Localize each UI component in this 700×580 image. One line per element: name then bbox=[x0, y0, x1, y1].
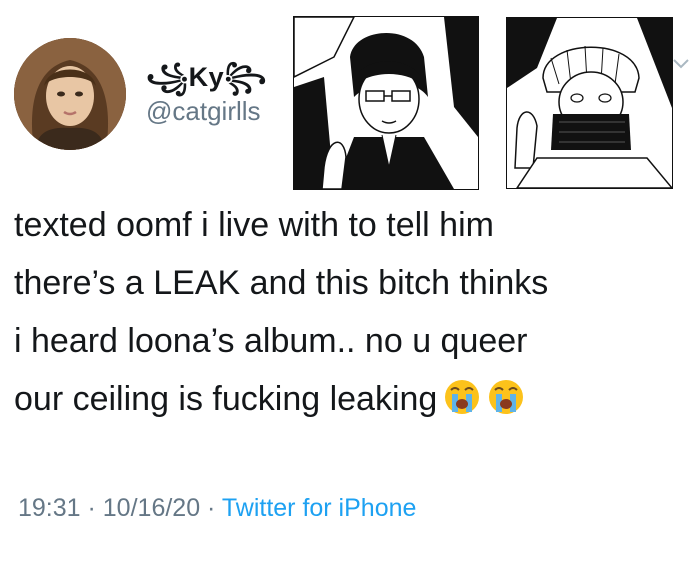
manga-panel-image bbox=[506, 17, 673, 189]
tweet-time[interactable]: 19:31 bbox=[18, 494, 81, 522]
tweet-source-link[interactable]: Twitter for iPhone bbox=[222, 494, 417, 522]
tweet-line: i heard loona’s album.. no u queer bbox=[14, 322, 528, 360]
tweet-date[interactable]: 10/16/20 bbox=[103, 494, 200, 522]
tweet-line-text: our ceiling is fucking leaking bbox=[14, 380, 438, 418]
user-handle[interactable]: @catgirlls bbox=[146, 96, 261, 127]
loudly-crying-face-icon bbox=[443, 376, 481, 414]
separator: · bbox=[80, 494, 103, 522]
chevron-down-icon[interactable] bbox=[670, 52, 692, 74]
avatar[interactable] bbox=[14, 38, 126, 150]
manga-panel-image bbox=[293, 16, 479, 190]
tweet-line-last: our ceiling is fucking leaking bbox=[14, 370, 686, 428]
tweet-metadata: 19:31 · 10/16/20 · Twitter for iPhone bbox=[18, 494, 416, 523]
tweet-line: there’s a LEAK and this bitch thinks bbox=[14, 264, 549, 302]
separator: · bbox=[200, 494, 222, 522]
tweet-text: texted oomf i live with to tell him ther… bbox=[14, 196, 686, 428]
loudly-crying-face-icon bbox=[487, 376, 525, 414]
tweet-line: texted oomf i live with to tell him bbox=[14, 206, 494, 244]
